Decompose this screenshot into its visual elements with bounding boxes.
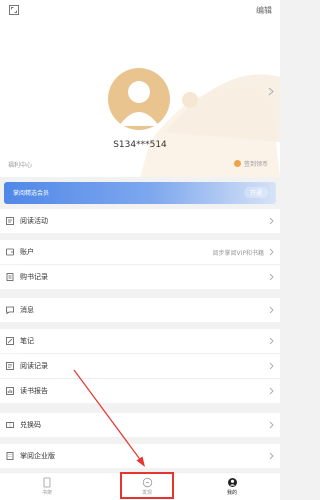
sign-in-label: 签到领币 — [243, 161, 268, 168]
username: S134***514 — [113, 140, 167, 150]
message-icon — [6, 306, 14, 315]
user-icon — [227, 478, 237, 487]
welfare-center-link[interactable]: 福利中心 — [8, 160, 32, 169]
menu-item-label: 消息 — [20, 306, 34, 314]
bookshelf-icon — [43, 477, 51, 488]
report-icon — [6, 387, 14, 395]
menu-item-label: 购书记录 — [20, 273, 48, 281]
coin-icon — [233, 160, 241, 167]
book-icon — [6, 217, 14, 225]
chevron-right-icon[interactable] — [268, 87, 274, 96]
enterprise-icon — [6, 452, 14, 460]
sign-in-link[interactable]: 签到领币 — [233, 159, 268, 168]
menu-item-label: 阅读活动 — [20, 217, 48, 225]
chevron-right-icon — [269, 337, 274, 345]
menu-item-label: 账户 — [20, 248, 34, 256]
chevron-right-icon — [269, 362, 274, 370]
tab-label: 书架 — [41, 490, 52, 496]
user-silhouette-icon — [119, 81, 159, 126]
menu-item-redeem-code[interactable]: 兑换码 — [0, 413, 280, 437]
chevron-right-icon — [269, 248, 274, 256]
history-icon — [6, 362, 14, 370]
top-bar: 编辑 — [0, 0, 280, 22]
pencil-note-icon — [6, 337, 14, 345]
tab-mine[interactable]: 我的 — [202, 475, 262, 500]
menu-item-reading-activity[interactable]: 阅读活动 — [0, 209, 280, 233]
receipt-icon — [6, 273, 14, 281]
menu-item-messages[interactable]: 消息 — [0, 298, 280, 322]
expand-icon[interactable] — [8, 4, 20, 16]
menu-item-enterprise[interactable]: 掌阅企业版 — [0, 444, 280, 468]
tab-label: 我的 — [226, 490, 237, 496]
avatar[interactable] — [108, 68, 170, 130]
menu-item-reading-report[interactable]: 读书报告 — [0, 379, 280, 403]
menu-item-notes[interactable]: 笔记 — [0, 329, 280, 353]
highlight-box — [120, 472, 174, 499]
menu-item-label: 掌阅企业版 — [20, 452, 55, 460]
chevron-right-icon — [269, 421, 274, 429]
ticket-icon — [6, 422, 14, 428]
chevron-right-icon — [269, 387, 274, 395]
chevron-right-icon — [269, 217, 274, 225]
vip-banner-text: 掌阅精选会员 — [13, 190, 50, 197]
edit-button[interactable]: 编辑 — [256, 5, 272, 16]
menu-item-reading-history[interactable]: 阅读记录 — [0, 354, 280, 378]
vip-open-button[interactable]: 开通 — [243, 187, 268, 198]
menu-item-label: 笔记 — [20, 337, 34, 345]
chevron-right-icon — [269, 306, 274, 314]
tab-bookshelf[interactable]: 书架 — [17, 475, 77, 500]
chevron-right-icon — [269, 452, 274, 460]
menu-item-purchase-records[interactable]: 购书记录 — [0, 265, 280, 289]
wallet-icon — [6, 248, 14, 256]
menu-item-label: 兑换码 — [20, 421, 41, 429]
profile-header: S134***514 福利中心 签到领币 — [0, 22, 280, 177]
account-extra-text: 阅步掌阅VIP和书籍 — [212, 249, 265, 257]
menu-item-account[interactable]: 账户 阅步掌阅VIP和书籍 — [0, 240, 280, 264]
vip-banner[interactable]: 掌阅精选会员 开通 — [4, 182, 276, 204]
menu-item-label: 读书报告 — [20, 387, 48, 395]
menu-item-label: 阅读记录 — [20, 362, 48, 370]
chevron-right-icon — [269, 273, 274, 281]
